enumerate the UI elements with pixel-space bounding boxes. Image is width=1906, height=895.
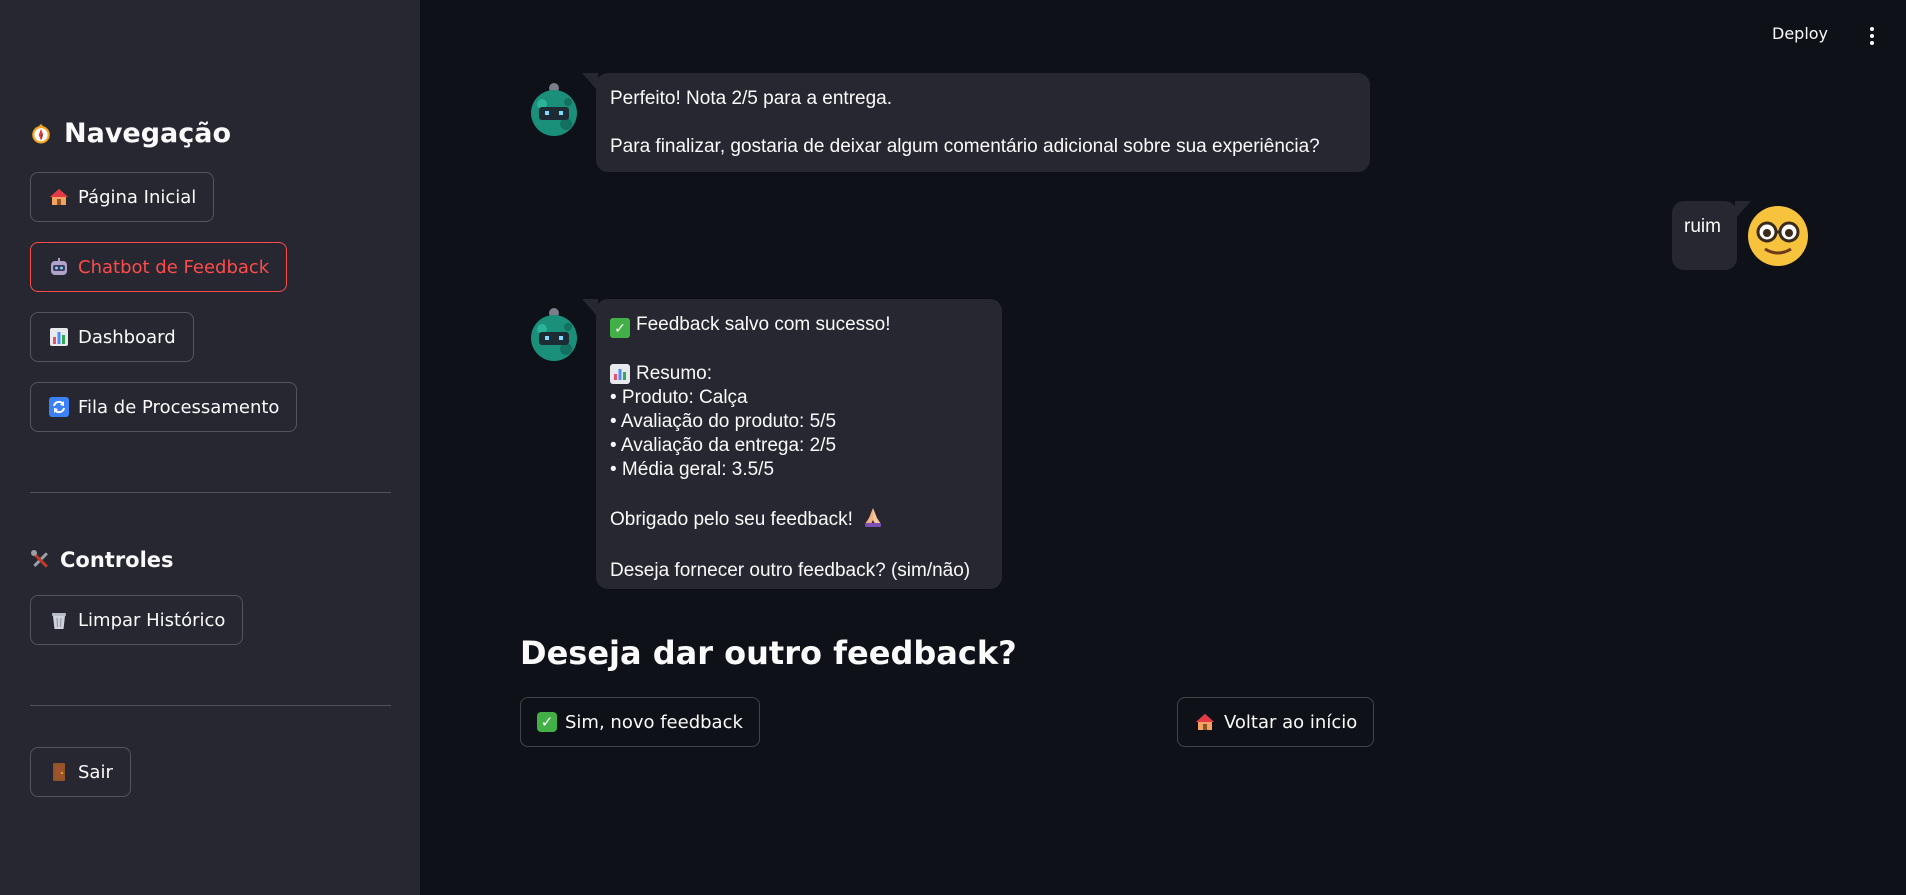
- user-avatar: [1747, 205, 1809, 267]
- more-vertical-icon[interactable]: [1862, 24, 1882, 48]
- check-mark-icon: ✓: [610, 318, 630, 338]
- summary-item: • Avaliação do produto: 5/5: [610, 411, 837, 432]
- wastebasket-icon: [48, 609, 70, 631]
- folded-hands-icon: [862, 506, 884, 535]
- door-icon: [48, 761, 70, 783]
- message-line: Perfeito! Nota 2/5 para a entrega.: [610, 88, 893, 109]
- success-line: ✓ Feedback salvo com sucesso!: [610, 313, 988, 338]
- nerd-face-icon: [1748, 206, 1808, 266]
- new-feedback-label: Sim, novo feedback: [565, 711, 743, 733]
- prompt-heading: Deseja dar outro feedback?: [520, 634, 1017, 672]
- sidebar: Navegação Página Inicial Chatbot de Feed…: [0, 0, 420, 895]
- refresh-icon: [48, 396, 70, 418]
- tools-icon: [30, 549, 52, 571]
- controls-heading: Controles: [30, 548, 174, 572]
- summary-item: • Produto: Calça: [610, 387, 748, 408]
- summary-item: • Média geral: 3.5/5: [610, 459, 775, 480]
- nav-button-label: Fila de Processamento: [78, 396, 280, 418]
- robot-avatar-icon: [531, 83, 577, 136]
- sidebar-divider: [30, 705, 391, 706]
- check-mark-icon: ✓: [537, 712, 557, 732]
- robot-avatar-icon: [531, 308, 577, 361]
- assistant-message: Perfeito! Nota 2/5 para a entrega. Para …: [582, 73, 1370, 172]
- compass-icon: [30, 123, 52, 145]
- deploy-button[interactable]: Deploy: [1772, 24, 1828, 43]
- message-line: Para finalizar, gostaria de deixar algum…: [610, 136, 1320, 157]
- summary-title: Resumo:: [636, 363, 713, 384]
- thanks-text: Obrigado pelo seu feedback!: [610, 509, 853, 530]
- nav-button-dashboard[interactable]: Dashboard: [30, 312, 194, 362]
- bar-chart-icon: [610, 364, 630, 384]
- summary-item: • Avaliação da entrega: 2/5: [610, 435, 837, 456]
- back-home-button[interactable]: Voltar ao início: [1177, 697, 1375, 747]
- thanks-line: Obrigado pelo seu feedback!: [610, 506, 988, 535]
- navigation-heading: Navegação: [30, 118, 231, 149]
- nav-button-label: Dashboard: [78, 326, 176, 348]
- assistant-message: ✓ Feedback salvo com sucesso! Resumo: • P…: [582, 299, 1002, 589]
- controls-title: Controles: [60, 548, 174, 572]
- logout-label: Sair: [78, 761, 113, 783]
- navigation-title: Navegação: [64, 118, 232, 149]
- clear-history-button[interactable]: Limpar Histórico: [30, 595, 244, 645]
- success-text: Feedback salvo com sucesso!: [636, 314, 891, 335]
- new-feedback-button[interactable]: ✓ Sim, novo feedback: [520, 697, 760, 747]
- house-icon: [48, 186, 70, 208]
- nav-button-home[interactable]: Página Inicial: [30, 172, 215, 222]
- back-home-label: Voltar ao início: [1224, 711, 1358, 733]
- bot-avatar: [528, 305, 580, 363]
- summary-title-line: Resumo:: [610, 362, 988, 386]
- nav-button-chatbot[interactable]: Chatbot de Feedback: [30, 242, 288, 292]
- bot-avatar: [528, 80, 580, 138]
- message-question: Deseja fornecer outro feedback? (sim/não…: [610, 560, 971, 581]
- user-message: ruim: [1672, 201, 1751, 270]
- robot-icon: [48, 256, 70, 278]
- sidebar-divider: [30, 492, 391, 493]
- house-icon: [1194, 711, 1216, 733]
- message-text: ruim: [1684, 216, 1721, 237]
- nav-button-label: Página Inicial: [78, 186, 197, 208]
- clear-history-label: Limpar Histórico: [78, 609, 226, 631]
- nav-button-label: Chatbot de Feedback: [78, 256, 270, 278]
- nav-button-queue[interactable]: Fila de Processamento: [30, 382, 298, 432]
- logout-button[interactable]: Sair: [30, 747, 131, 797]
- bar-chart-icon: [48, 326, 70, 348]
